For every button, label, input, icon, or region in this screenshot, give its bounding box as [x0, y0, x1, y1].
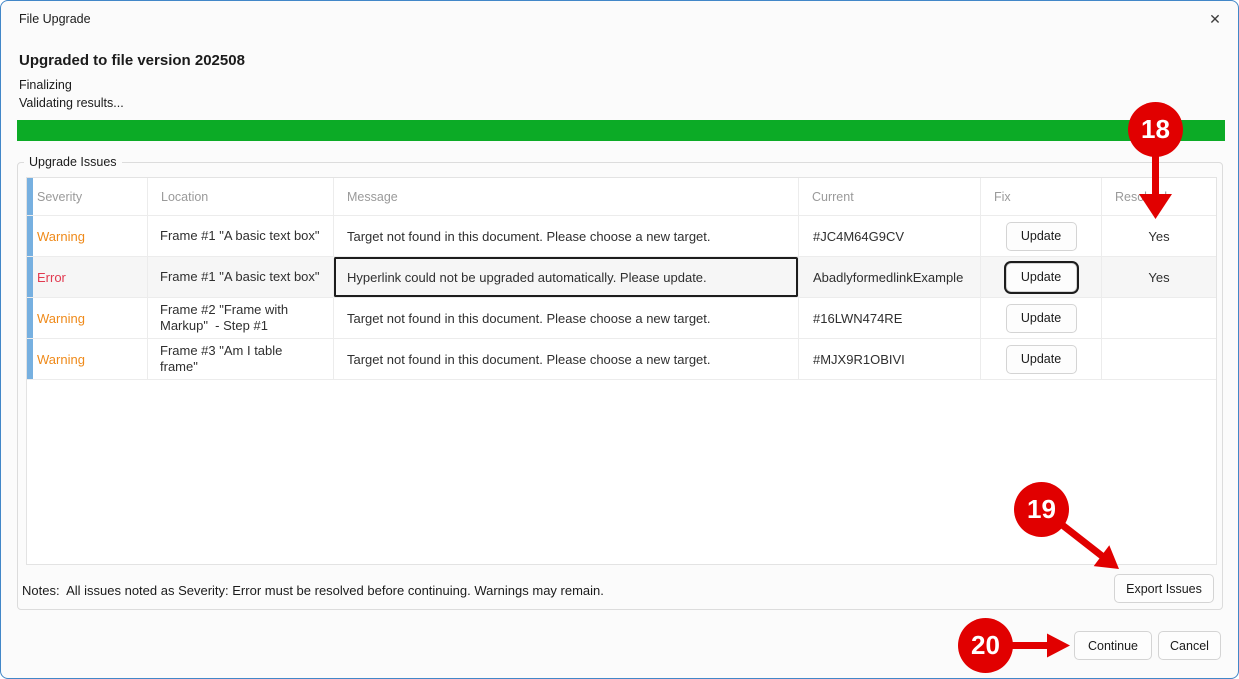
status-text: Validating results... — [19, 96, 124, 110]
callout-20: 20 — [958, 618, 1013, 673]
column-header-message: Message — [333, 178, 798, 216]
update-button[interactable]: Update — [1006, 222, 1077, 251]
column-header-resolved: Resolved — [1101, 178, 1216, 216]
update-button[interactable]: Update — [1006, 345, 1077, 374]
current-cell: #MJX9R1OBIVI — [798, 339, 980, 380]
message-cell: Hyperlink could not be upgraded automati… — [333, 257, 798, 298]
column-header-current: Current — [798, 178, 980, 216]
resolved-cell — [1101, 298, 1216, 339]
location-cell: Frame #1 "A basic text box" — [147, 257, 333, 298]
close-button[interactable]: ✕ — [1200, 5, 1230, 33]
update-button[interactable]: Update — [1006, 304, 1077, 333]
callout-19: 19 — [1014, 482, 1069, 537]
export-issues-button[interactable]: Export Issues — [1114, 574, 1214, 603]
fix-cell: Update — [980, 339, 1101, 380]
message-cell: Target not found in this document. Pleas… — [333, 298, 798, 339]
window-title: File Upgrade — [19, 12, 91, 26]
callout-19-number: 19 — [1027, 494, 1056, 525]
column-header-fix: Fix — [980, 178, 1101, 216]
cancel-button[interactable]: Cancel — [1158, 631, 1221, 660]
close-icon: ✕ — [1209, 11, 1221, 28]
resolved-cell: Yes — [1101, 257, 1216, 298]
notes-text: Notes: All issues noted as Severity: Err… — [22, 583, 604, 598]
upgrade-issues-group: Upgrade Issues SeverityLocationMessageCu… — [17, 162, 1223, 610]
version-heading: Upgraded to file version 202508 — [19, 52, 245, 69]
group-label: Upgrade Issues — [24, 155, 122, 170]
column-header-location: Location — [147, 178, 333, 216]
callout-20-number: 20 — [971, 630, 1000, 661]
severity-cell: Error — [33, 257, 147, 298]
phase-text: Finalizing — [19, 78, 72, 92]
message-cell: Target not found in this document. Pleas… — [333, 216, 798, 257]
progress-bar — [17, 120, 1225, 141]
message-cell: Target not found in this document. Pleas… — [333, 339, 798, 380]
continue-button[interactable]: Continue — [1074, 631, 1152, 660]
location-cell: Frame #3 "Am I table frame" — [147, 339, 333, 380]
resolved-cell — [1101, 339, 1216, 380]
update-button[interactable]: Update — [1006, 263, 1077, 292]
severity-cell: Warning — [33, 298, 147, 339]
current-cell: #JC4M64G9CV — [798, 216, 980, 257]
severity-cell: Warning — [33, 216, 147, 257]
callout-20-arrow — [1011, 634, 1070, 658]
current-cell: AbadlyformedlinkExample — [798, 257, 980, 298]
fix-cell: Update — [980, 257, 1101, 298]
callout-18: 18 — [1128, 102, 1183, 157]
column-header-severity: Severity — [33, 178, 147, 216]
callout-18-number: 18 — [1141, 114, 1170, 145]
file-upgrade-dialog: File Upgrade ✕ Upgraded to file version … — [0, 0, 1239, 679]
resolved-cell: Yes — [1101, 216, 1216, 257]
location-cell: Frame #1 "A basic text box" — [147, 216, 333, 257]
severity-cell: Warning — [33, 339, 147, 380]
current-cell: #16LWN474RE — [798, 298, 980, 339]
fix-cell: Update — [980, 298, 1101, 339]
fix-cell: Update — [980, 216, 1101, 257]
location-cell: Frame #2 "Frame with Markup" - Step #1 — [147, 298, 333, 339]
progress-fill — [17, 120, 1225, 141]
